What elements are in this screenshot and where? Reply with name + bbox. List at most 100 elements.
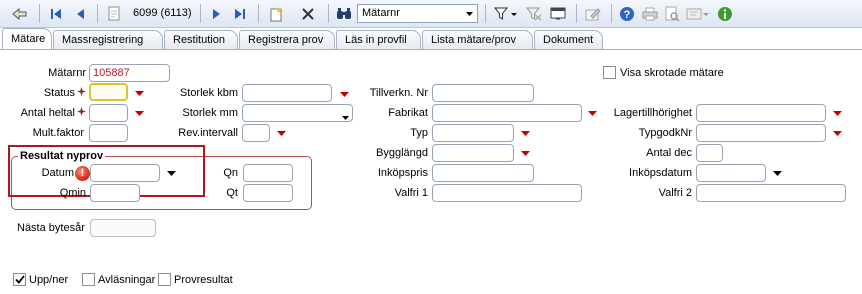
tab-lista-matare-prov[interactable]: Lista mätare/prov — [422, 30, 533, 50]
provresultat-checkbox[interactable] — [158, 273, 171, 286]
tab-dokument[interactable]: Dokument — [534, 30, 603, 50]
mult-faktor-field[interactable] — [89, 124, 128, 142]
visa-skrotade-checkbox[interactable] — [603, 66, 616, 79]
checkmark-icon — [14, 275, 25, 284]
help-icon[interactable]: ? — [617, 3, 637, 24]
datum-field[interactable] — [90, 164, 160, 182]
tab-restitution[interactable]: Restitution — [164, 30, 238, 50]
warning-icon: ! — [75, 166, 90, 181]
next-record-icon[interactable] — [207, 3, 227, 24]
info-icon[interactable] — [714, 3, 736, 24]
antal-dec-field[interactable] — [696, 144, 723, 162]
filter-icon[interactable] — [492, 3, 520, 24]
typ-field[interactable] — [432, 124, 514, 142]
typ-label: Typ — [410, 127, 428, 139]
valfri2-field[interactable] — [696, 184, 846, 202]
qmin-label: Qmin — [59, 187, 86, 199]
toolbar: 6099 (6113) Mätarnr ? — [0, 0, 862, 28]
storlek-kbm-dropdown-icon[interactable] — [337, 87, 351, 101]
qt-field[interactable] — [243, 184, 293, 202]
matarnr-label: Mätarnr — [48, 67, 86, 79]
delete-icon[interactable] — [297, 3, 319, 24]
run-icon[interactable] — [9, 3, 31, 24]
rev-intervall-label: Rev.intervall — [178, 127, 238, 139]
edit-icon[interactable] — [583, 3, 603, 24]
mult-faktor-label: Mult.faktor — [32, 127, 84, 139]
storlek-mm-combo[interactable] — [242, 104, 353, 122]
lagertillhorighet-field[interactable] — [696, 104, 826, 122]
export-icon[interactable] — [684, 3, 712, 24]
last-record-icon[interactable] — [230, 3, 250, 24]
antal-dec-label: Antal dec — [646, 147, 692, 159]
provresultat-label: Provresultat — [174, 274, 233, 286]
valfri1-label: Valfri 1 — [394, 187, 428, 199]
antal-heltal-dropdown-icon[interactable] — [132, 106, 146, 120]
tab-bar: Mätare Massregistrering Restitution Regi… — [0, 28, 862, 50]
qn-label: Qn — [223, 167, 238, 179]
inkopspris-field[interactable] — [432, 164, 534, 182]
record-counter: 6099 (6113) — [133, 7, 192, 19]
nasta-bytesar-field[interactable] — [90, 219, 156, 237]
required-icon — [77, 107, 86, 116]
matarnr-field[interactable]: 105887 — [89, 64, 170, 82]
clear-filter-icon[interactable] — [524, 3, 544, 24]
valfri1-field[interactable] — [432, 184, 582, 202]
lagertillhorighet-dropdown-icon[interactable] — [830, 106, 844, 120]
antal-heltal-label: Antal heltal — [20, 107, 75, 119]
qn-field[interactable] — [243, 164, 293, 182]
chevron-down-icon[interactable] — [164, 166, 178, 180]
tab-matare[interactable]: Mätare — [2, 28, 52, 50]
preview-icon[interactable] — [662, 3, 682, 24]
previous-record-icon[interactable] — [70, 3, 90, 24]
tab-massregistrering[interactable]: Massregistrering — [53, 30, 163, 50]
fabrikat-field[interactable] — [432, 104, 582, 122]
upp-ner-checkbox[interactable] — [13, 273, 26, 286]
rev-intervall-field[interactable] — [242, 124, 270, 142]
chevron-down-icon[interactable] — [342, 111, 349, 123]
svg-text:?: ? — [624, 9, 631, 21]
status-dropdown-icon[interactable] — [132, 86, 146, 100]
storlek-kbm-field[interactable] — [242, 84, 332, 102]
chevron-down-icon[interactable] — [462, 6, 476, 21]
typgodknr-dropdown-icon[interactable] — [830, 126, 844, 140]
avlasningar-checkbox[interactable] — [82, 273, 95, 286]
qt-label: Qt — [226, 187, 238, 199]
typ-dropdown-icon[interactable] — [518, 126, 532, 140]
required-icon — [77, 87, 86, 96]
binoculars-icon[interactable] — [334, 3, 354, 24]
status-field[interactable] — [89, 83, 128, 101]
valfri2-label: Valfri 2 — [658, 187, 692, 199]
search-field-value: Mätarnr — [362, 7, 400, 19]
visa-skrotade-label: Visa skrotade mätare — [620, 67, 724, 79]
document-icon[interactable] — [104, 3, 124, 24]
tab-divider — [0, 49, 862, 50]
avlasningar-label: Avläsningar — [98, 274, 156, 286]
bygglangd-dropdown-icon[interactable] — [518, 146, 532, 160]
upp-ner-label: Upp/ner — [29, 274, 69, 286]
tillverkn-nr-field[interactable] — [432, 84, 534, 102]
new-record-icon[interactable] — [265, 3, 287, 24]
fabrikat-dropdown-icon[interactable] — [585, 106, 599, 120]
inkopsdatum-field[interactable] — [696, 164, 766, 182]
search-field-combo[interactable]: Mätarnr — [357, 4, 478, 23]
antal-heltal-field[interactable] — [89, 104, 128, 122]
tab-registrera-prov[interactable]: Registrera prov — [239, 30, 335, 50]
bygglangd-field[interactable] — [432, 144, 514, 162]
chevron-down-icon[interactable] — [770, 166, 784, 180]
datum-label: Datum — [41, 167, 74, 179]
bygglangd-label: Bygglängd — [376, 147, 428, 159]
rev-intervall-dropdown-icon[interactable] — [274, 126, 288, 140]
fabrikat-label: Fabrikat — [388, 107, 428, 119]
lagertillhorighet-label: Lagertillhörighet — [613, 107, 692, 119]
nasta-bytesar-label: Nästa bytesår — [17, 222, 85, 234]
storlek-kbm-label: Storlek kbm — [179, 87, 238, 99]
print-icon[interactable] — [640, 3, 660, 24]
tab-las-in-provfil[interactable]: Läs in provfil — [336, 30, 421, 50]
typgodknr-label: TypgodkNr — [638, 127, 692, 139]
qmin-field[interactable] — [90, 184, 140, 202]
inkopsdatum-label: Inköpsdatum — [629, 167, 692, 179]
typgodknr-field[interactable] — [696, 124, 826, 142]
inkopspris-label: Inköpspris — [377, 167, 428, 179]
first-record-icon[interactable] — [46, 3, 66, 24]
window-icon[interactable] — [548, 3, 568, 24]
